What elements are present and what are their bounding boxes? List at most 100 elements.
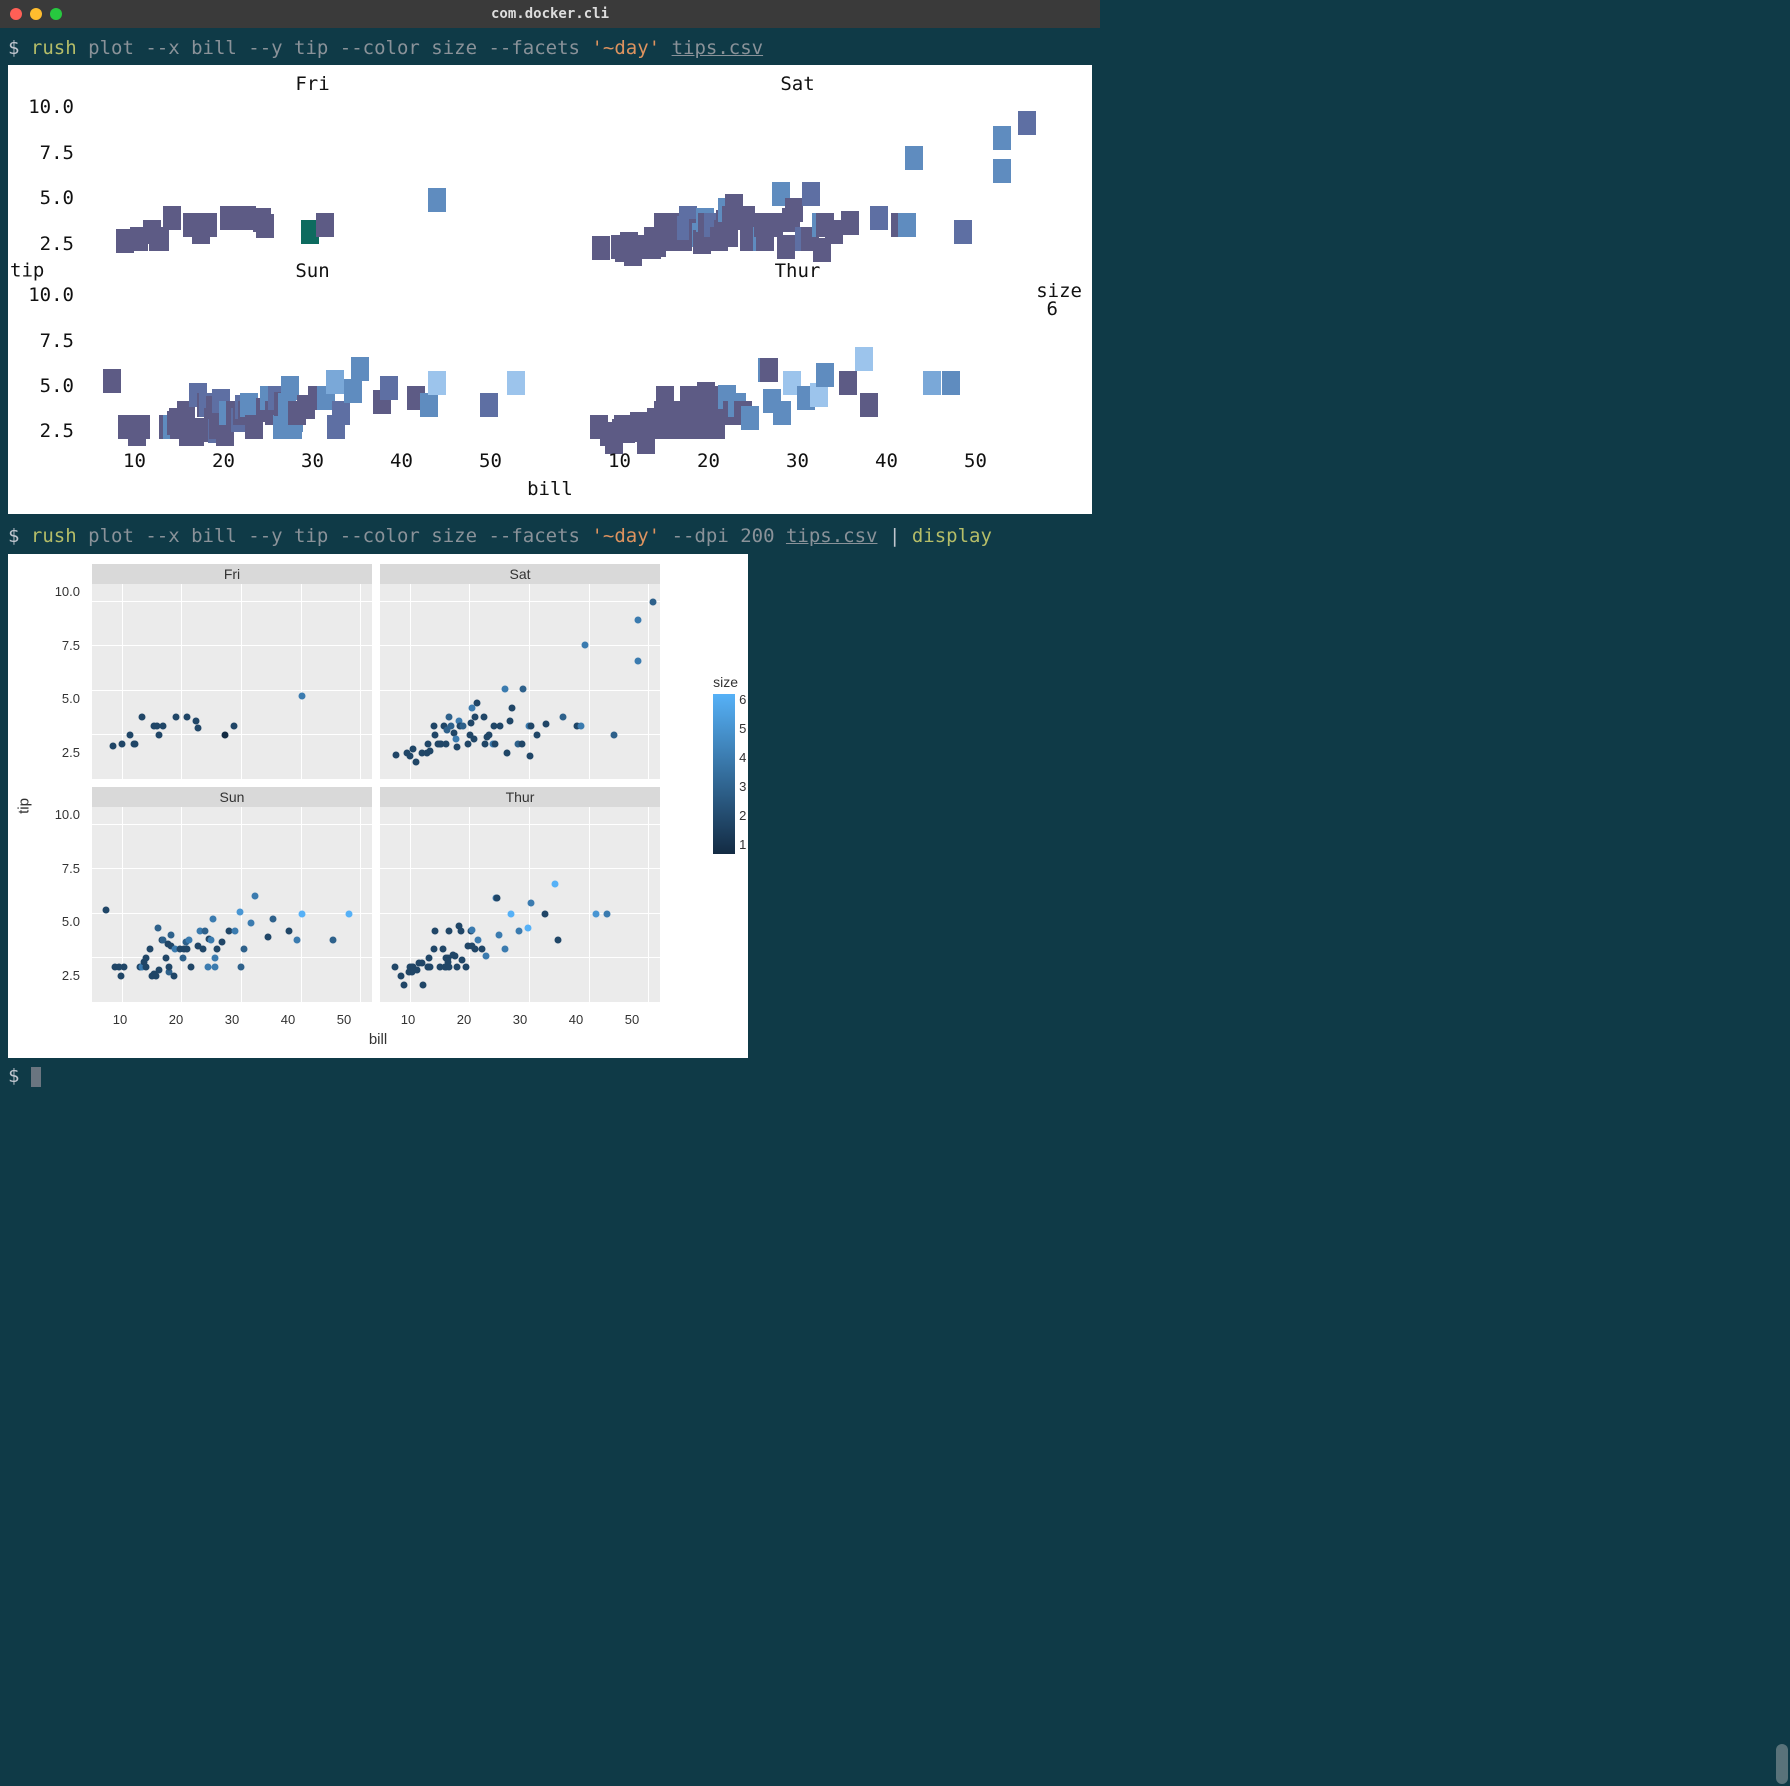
data-point [469, 926, 476, 933]
data-point [131, 740, 138, 747]
gg-strip-sat: Sat [380, 564, 660, 584]
y-axis-ticks-top: 10.0 7.5 5.0 2.5 [20, 96, 80, 256]
data-cell [199, 213, 217, 237]
data-point [173, 714, 180, 721]
data-cell [332, 401, 350, 425]
data-point [486, 732, 493, 739]
data-cell [870, 206, 888, 230]
data-point [560, 714, 567, 721]
gg-panel-sun [92, 807, 372, 1002]
terminal[interactable]: $ rush plot --x bill --y tip --color siz… [0, 28, 1100, 1101]
data-point [460, 723, 467, 730]
data-point [497, 723, 504, 730]
data-point [516, 928, 523, 935]
data-point [143, 963, 150, 970]
data-point [298, 693, 305, 700]
data-point [430, 946, 437, 953]
data-point [184, 946, 191, 953]
data-point [442, 740, 449, 747]
data-point [237, 908, 244, 915]
data-point [480, 714, 487, 721]
gg-colorbar [713, 694, 735, 854]
data-cell [256, 214, 274, 238]
data-point [551, 880, 558, 887]
data-point [528, 900, 535, 907]
data-cell [507, 371, 525, 395]
x-axis-title: bill [20, 478, 1080, 502]
data-point [508, 910, 515, 917]
data-point [501, 685, 508, 692]
data-point [212, 955, 219, 962]
data-point [504, 749, 511, 756]
gg-strip-sun: Sun [92, 787, 372, 807]
data-cell [1018, 111, 1036, 135]
data-cell [741, 406, 759, 430]
data-cell [132, 415, 150, 439]
data-point [649, 599, 656, 606]
data-point [400, 981, 407, 988]
data-cell [855, 347, 873, 371]
data-cell [592, 236, 610, 260]
cursor-icon [31, 1067, 41, 1087]
data-point [127, 732, 134, 739]
data-cell [923, 371, 941, 395]
data-point [237, 963, 244, 970]
gg-x-ticks-right: 1020304050 [380, 1010, 660, 1027]
data-point [195, 724, 202, 731]
data-cell [860, 393, 878, 417]
data-point [478, 946, 485, 953]
data-point [482, 740, 489, 747]
data-point [448, 723, 455, 730]
data-point [193, 717, 200, 724]
data-point [424, 740, 431, 747]
data-point [269, 916, 276, 923]
facet-panel-sun [80, 284, 545, 444]
data-point [265, 933, 272, 940]
data-point [439, 946, 446, 953]
data-point [464, 740, 471, 747]
data-point [286, 928, 293, 935]
data-point [427, 748, 434, 755]
data-point [445, 714, 452, 721]
data-cell [841, 211, 859, 235]
data-point [293, 937, 300, 944]
data-cell [760, 358, 778, 382]
data-point [502, 946, 509, 953]
data-point [391, 963, 398, 970]
data-point [120, 963, 127, 970]
data-point [420, 981, 427, 988]
data-point [543, 721, 550, 728]
gg-legend-title: size [713, 674, 738, 690]
data-point [592, 910, 599, 917]
maximize-icon[interactable] [50, 8, 62, 20]
data-point [231, 723, 238, 730]
legend-value: 6 [1047, 298, 1058, 322]
data-cell [151, 227, 169, 251]
data-cell [380, 376, 398, 400]
data-point [526, 753, 533, 760]
scrollbar-thumb[interactable] [1776, 1744, 1788, 1784]
data-cell [816, 363, 834, 387]
data-point [577, 723, 584, 730]
gg-y-ticks-bot: 10.07.55.02.5 [36, 787, 84, 1002]
data-point [496, 932, 503, 939]
data-point [491, 740, 498, 747]
data-cell [993, 159, 1011, 183]
data-point [298, 910, 305, 917]
data-point [509, 705, 516, 712]
data-cell [905, 146, 923, 170]
command-line-3[interactable]: $ [8, 1064, 1092, 1089]
cmd-args: plot --x bill --y tip --color size --fac… [88, 37, 580, 59]
minimize-icon[interactable] [30, 8, 42, 20]
window-title: com.docker.cli [491, 6, 609, 22]
data-point [494, 894, 501, 901]
data-point [185, 937, 192, 944]
command-line-1: $ rush plot --x bill --y tip --color siz… [8, 36, 1092, 61]
data-point [202, 928, 209, 935]
facet-panel-sat [565, 96, 1030, 256]
data-cell [839, 371, 857, 395]
data-point [470, 735, 477, 742]
data-cell [420, 393, 438, 417]
x-axis-ticks-right: 1020304050 [565, 450, 1030, 474]
close-icon[interactable] [10, 8, 22, 20]
